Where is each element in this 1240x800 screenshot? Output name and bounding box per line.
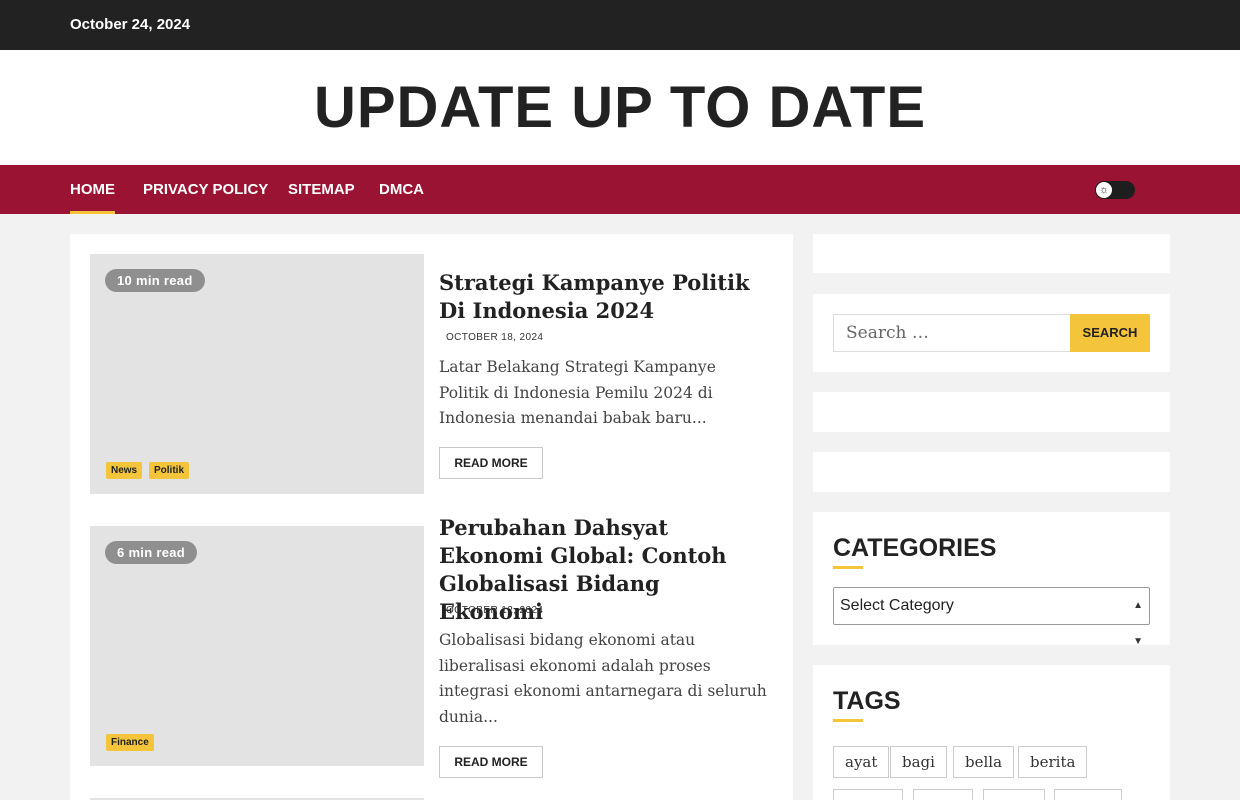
tag-link[interactable] <box>833 789 903 800</box>
tags-title: TAGS <box>833 687 901 722</box>
sidebar-widget-empty <box>813 392 1170 432</box>
post-excerpt: Latar Belakang Strategi Kampanye Politik… <box>439 358 716 427</box>
sidebar-widget-empty <box>813 452 1170 492</box>
post-thumbnail[interactable]: 6 min read Finance <box>90 526 424 766</box>
nav-item-privacy-policy[interactable]: PRIVACY POLICY <box>143 181 268 198</box>
nav-item-home[interactable]: HOME <box>70 181 115 214</box>
current-date: October 24, 2024 <box>70 16 191 33</box>
search-button[interactable]: SEARCH <box>1070 314 1150 352</box>
tag-link[interactable]: berita <box>1018 746 1088 778</box>
tag-link[interactable]: bagi <box>890 746 947 778</box>
post-date[interactable]: OCTOBER 12, 2024 <box>446 605 543 616</box>
search-input[interactable]: Search … <box>833 314 1071 352</box>
dark-mode-toggle[interactable]: ☼ <box>1095 181 1135 199</box>
tag-link[interactable]: ayat <box>833 746 890 778</box>
sidebar-widget-empty <box>813 234 1170 273</box>
site-title[interactable]: UPDATE UP TO DATE <box>0 74 1240 141</box>
categories-title: CATEGORIES <box>833 534 997 569</box>
category-select-value: Select Category <box>840 597 954 614</box>
masthead: UPDATE UP TO DATE <box>0 50 1240 165</box>
category-tag-politik[interactable]: Politik <box>149 462 190 479</box>
main-navigation: HOME PRIVACY POLICY SITEMAP DMCA <box>0 165 1240 214</box>
chevron-down-icon: ▲ ▼ <box>1133 600 1143 647</box>
top-bar: October 24, 2024 <box>0 0 1240 50</box>
category-tag-news[interactable]: News <box>106 462 143 479</box>
category-select[interactable]: Select Category ▲ ▼ <box>833 587 1150 647</box>
tag-link[interactable] <box>1054 789 1122 800</box>
post-date[interactable]: OCTOBER 18, 2024 <box>446 332 543 343</box>
post-excerpt: Globalisasi bidang ekonomi atau liberali… <box>439 631 767 726</box>
post-thumbnail[interactable]: 10 min read News Politik <box>90 254 424 494</box>
category-tag-finance[interactable]: Finance <box>106 734 154 751</box>
read-more-button[interactable]: READ MORE <box>439 447 543 479</box>
read-more-button[interactable]: READ MORE <box>439 746 543 778</box>
read-time-badge: 10 min read <box>105 269 205 292</box>
categories-widget: CATEGORIES Select Category ▲ ▼ <box>813 512 1170 647</box>
tag-link[interactable]: bella <box>953 746 1015 778</box>
post-list: 10 min read News Politik Strategi Kampan… <box>70 234 793 800</box>
read-time-badge: 6 min read <box>105 541 198 564</box>
tag-link[interactable] <box>983 789 1045 800</box>
tags-widget: TAGS ayat bagi bella berita <box>813 665 1170 800</box>
tag-link[interactable] <box>913 789 973 800</box>
sun-icon: ☼ <box>1096 182 1112 198</box>
search-widget: Search … SEARCH <box>813 294 1170 372</box>
nav-item-sitemap[interactable]: SITEMAP <box>288 181 355 198</box>
post-title[interactable]: Strategi Kampanye Politik Di Indonesia 2… <box>439 269 769 325</box>
nav-item-dmca[interactable]: DMCA <box>379 181 424 198</box>
